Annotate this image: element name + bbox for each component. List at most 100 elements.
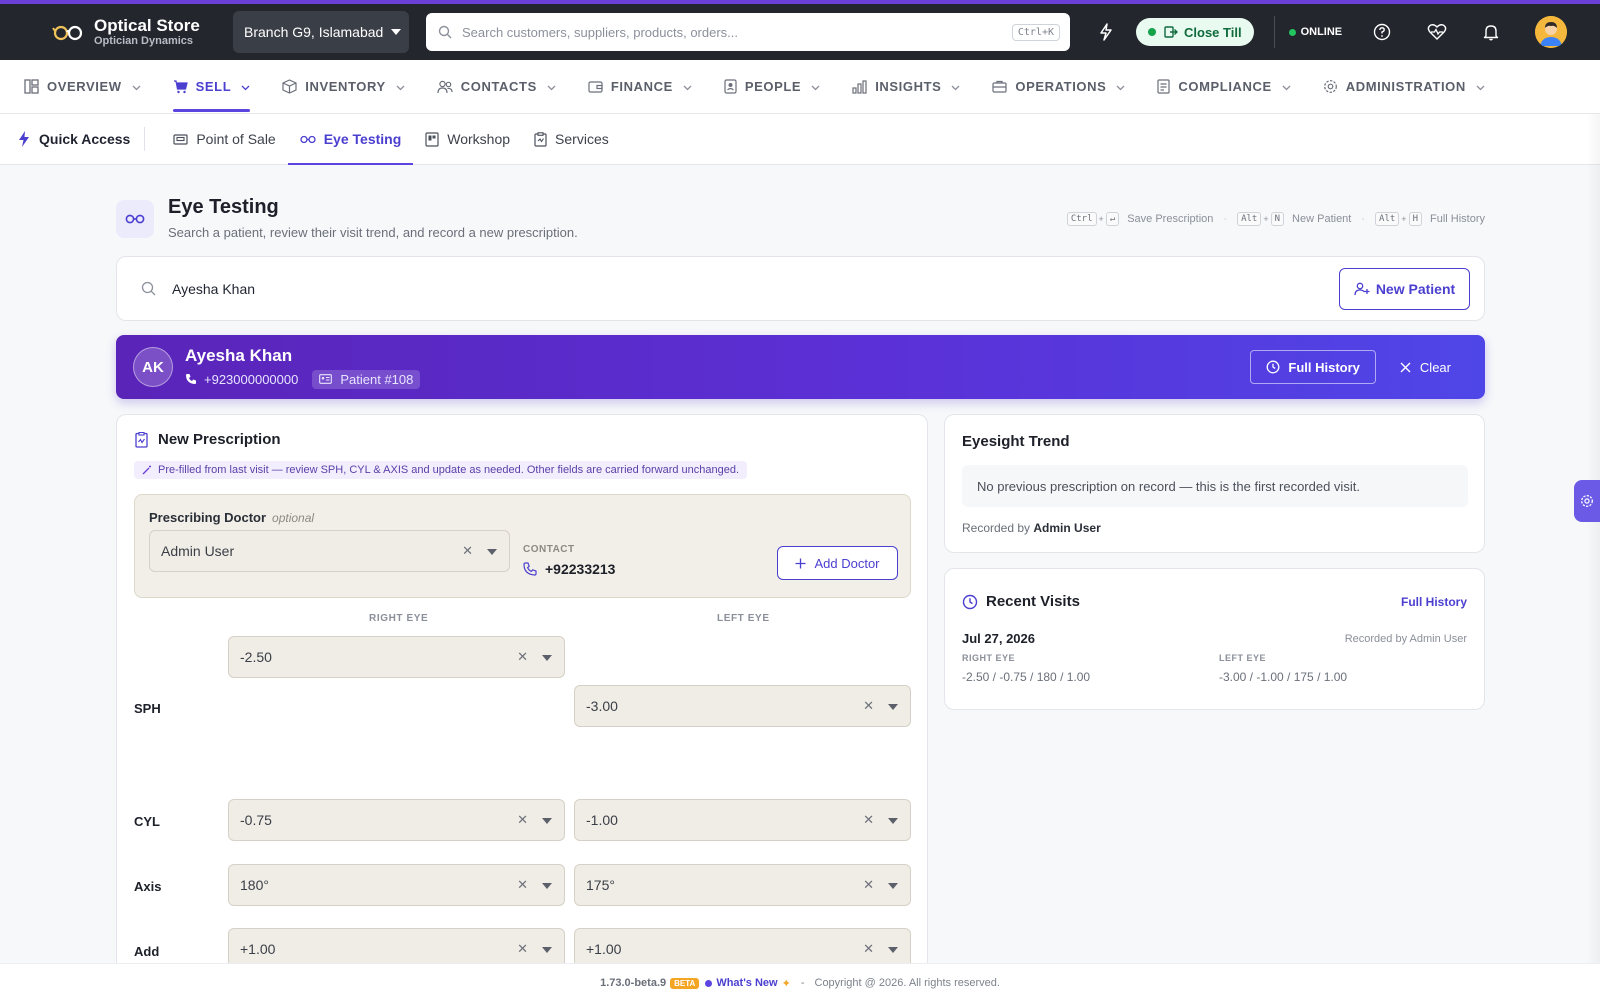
clear-icon[interactable]: ✕	[863, 941, 874, 957]
dropdown-arrow-icon[interactable]	[888, 883, 898, 889]
chevron-down-icon	[241, 79, 250, 94]
dropdown-arrow-icon[interactable]	[888, 947, 898, 953]
clear-icon[interactable]: ✕	[517, 877, 528, 893]
user-avatar[interactable]	[1535, 16, 1568, 48]
cyl-right-select[interactable]: -0.75 ✕	[228, 799, 565, 841]
bell-icon[interactable]	[1479, 20, 1503, 44]
dropdown-arrow-icon[interactable]	[888, 818, 898, 824]
nav-item-overview[interactable]: OVERVIEW	[24, 60, 141, 114]
sph-left-select[interactable]: -3.00 ✕	[574, 685, 911, 727]
nav-label: ADMINISTRATION	[1345, 79, 1466, 94]
full-history-button[interactable]: Full History	[1250, 350, 1376, 384]
online-label: ONLINE	[1300, 26, 1343, 38]
whats-new-link[interactable]: What's New ✦	[705, 977, 791, 990]
shortcut-label: Save Prescription	[1127, 213, 1214, 225]
nav-label: SELL	[195, 79, 232, 94]
id-card-icon	[319, 374, 333, 384]
online-status: ONLINE	[1288, 26, 1343, 38]
visit-right-eye-label: RIGHT EYE	[962, 653, 1016, 663]
eye-testing-icon	[116, 200, 154, 238]
lightning-icon[interactable]	[1094, 20, 1118, 44]
contact-label: CONTACT	[523, 544, 575, 555]
prescription-icon	[135, 431, 148, 448]
close-till-button[interactable]: Close Till	[1136, 18, 1254, 46]
clear-icon[interactable]: ✕	[863, 698, 874, 714]
branch-selector[interactable]: Branch G9, Islamabad	[233, 11, 409, 53]
clear-icon[interactable]: ✕	[517, 649, 528, 665]
dropdown-arrow-icon[interactable]	[542, 947, 552, 953]
dropdown-arrow-icon[interactable]	[542, 655, 552, 661]
new-patient-button[interactable]: New Patient	[1339, 267, 1470, 310]
tab-eye-testing[interactable]: Eye Testing	[287, 114, 414, 165]
clear-icon[interactable]: ✕	[462, 543, 473, 559]
close-till-label: Close Till	[1184, 24, 1242, 40]
settings-side-tab[interactable]	[1574, 480, 1600, 522]
add-doctor-button[interactable]: Add Doctor	[777, 546, 898, 580]
nav-item-compliance[interactable]: COMPLIANCE	[1157, 60, 1291, 114]
clipboard-icon	[534, 131, 547, 147]
patient-name: Ayesha Khan	[185, 345, 293, 365]
nav-item-insights[interactable]: INSIGHTS	[852, 60, 960, 114]
sph-right-select[interactable]: -2.50 ✕	[228, 636, 565, 678]
app-name: Optical Store	[94, 16, 200, 35]
tab-services[interactable]: Services	[522, 114, 621, 165]
visits-full-history-link[interactable]: Full History	[1401, 595, 1467, 609]
nav-label: INSIGHTS	[875, 79, 942, 94]
tab-workshop[interactable]: Workshop	[413, 114, 522, 165]
clear-patient-button[interactable]: Clear	[1400, 360, 1451, 375]
brand[interactable]: Optical Store Optician Dynamics	[52, 17, 222, 47]
page-subtitle: Search a patient, review their visit tre…	[168, 225, 578, 240]
nav-item-finance[interactable]: FINANCE	[588, 60, 692, 114]
doctor-select[interactable]: Admin User ✕	[149, 530, 510, 572]
axis-left-select[interactable]: 175° ✕	[574, 864, 911, 906]
right-eye-header: RIGHT EYE	[369, 613, 429, 624]
quick-access[interactable]: Quick Access	[18, 127, 146, 151]
footer: 1.73.0-beta.9 BETA What's New ✦ - Copyri…	[0, 963, 1600, 1002]
left-eye-header: LEFT EYE	[717, 613, 770, 624]
nav-item-administration[interactable]: ADMINISTRATION	[1323, 60, 1485, 114]
tab-point-of-sale[interactable]: Point of Sale	[161, 114, 287, 165]
nav-item-contacts[interactable]: CONTACTS	[437, 60, 556, 114]
nav-item-inventory[interactable]: INVENTORY	[282, 60, 405, 114]
add-right-value: +1.00	[240, 941, 276, 957]
divider	[1273, 16, 1275, 48]
patient-phone: +923000000000	[204, 371, 299, 387]
app-version: 1.73.0-beta.9	[600, 977, 667, 989]
clear-icon[interactable]: ✕	[863, 812, 874, 828]
cart-icon	[173, 79, 188, 94]
register-icon	[173, 133, 188, 146]
cyl-left-value: -1.00	[586, 812, 618, 828]
nav-item-people[interactable]: PEOPLE	[724, 60, 820, 114]
cyl-left-select[interactable]: -1.00 ✕	[574, 799, 911, 841]
quick-access-label: Quick Access	[39, 131, 131, 147]
heart-pulse-icon[interactable]	[1425, 20, 1449, 44]
dropdown-arrow-icon[interactable]	[888, 704, 898, 710]
patient-search-input[interactable]: Ayesha Khan	[172, 281, 1339, 297]
search-icon	[141, 281, 156, 296]
global-search[interactable]: Search customers, suppliers, products, o…	[426, 13, 1070, 51]
nav-item-sell[interactable]: SELL	[172, 60, 251, 114]
main-nav: OVERVIEW SELL INVENTORY CONTACTS FINANCE…	[0, 60, 1600, 114]
cyl-label: CYL	[134, 814, 160, 829]
dropdown-arrow-icon[interactable]	[487, 549, 497, 555]
online-dot	[1288, 28, 1296, 36]
nav-item-operations[interactable]: OPERATIONS	[992, 60, 1125, 114]
keyboard-shortcuts: Ctrl + ↵ Save Prescription · Alt + N New Pat…	[1066, 212, 1485, 226]
trend-recorded-by: Recorded by Admin User	[962, 521, 1101, 535]
shortcut-label: Full History	[1429, 213, 1485, 225]
clear-icon[interactable]: ✕	[517, 941, 528, 957]
axis-right-select[interactable]: 180° ✕	[228, 864, 565, 906]
prefill-note-text: Pre-filled from last visit — review SPH,…	[158, 464, 740, 476]
help-icon[interactable]	[1370, 20, 1394, 44]
visit-recorded-by: Recorded by Admin User	[1344, 633, 1467, 645]
dropdown-arrow-icon[interactable]	[542, 883, 552, 889]
beta-badge: BETA	[670, 977, 700, 989]
dropdown-arrow-icon[interactable]	[542, 818, 552, 824]
scroll-shadow	[1586, 114, 1600, 964]
clear-icon[interactable]: ✕	[517, 812, 528, 828]
clear-icon[interactable]: ✕	[863, 877, 874, 893]
glasses-logo-icon	[52, 25, 83, 41]
page-title: Eye Testing	[168, 196, 279, 218]
top-bar: Optical Store Optician Dynamics Branch G…	[0, 0, 1600, 60]
till-status-dot	[1148, 28, 1156, 36]
